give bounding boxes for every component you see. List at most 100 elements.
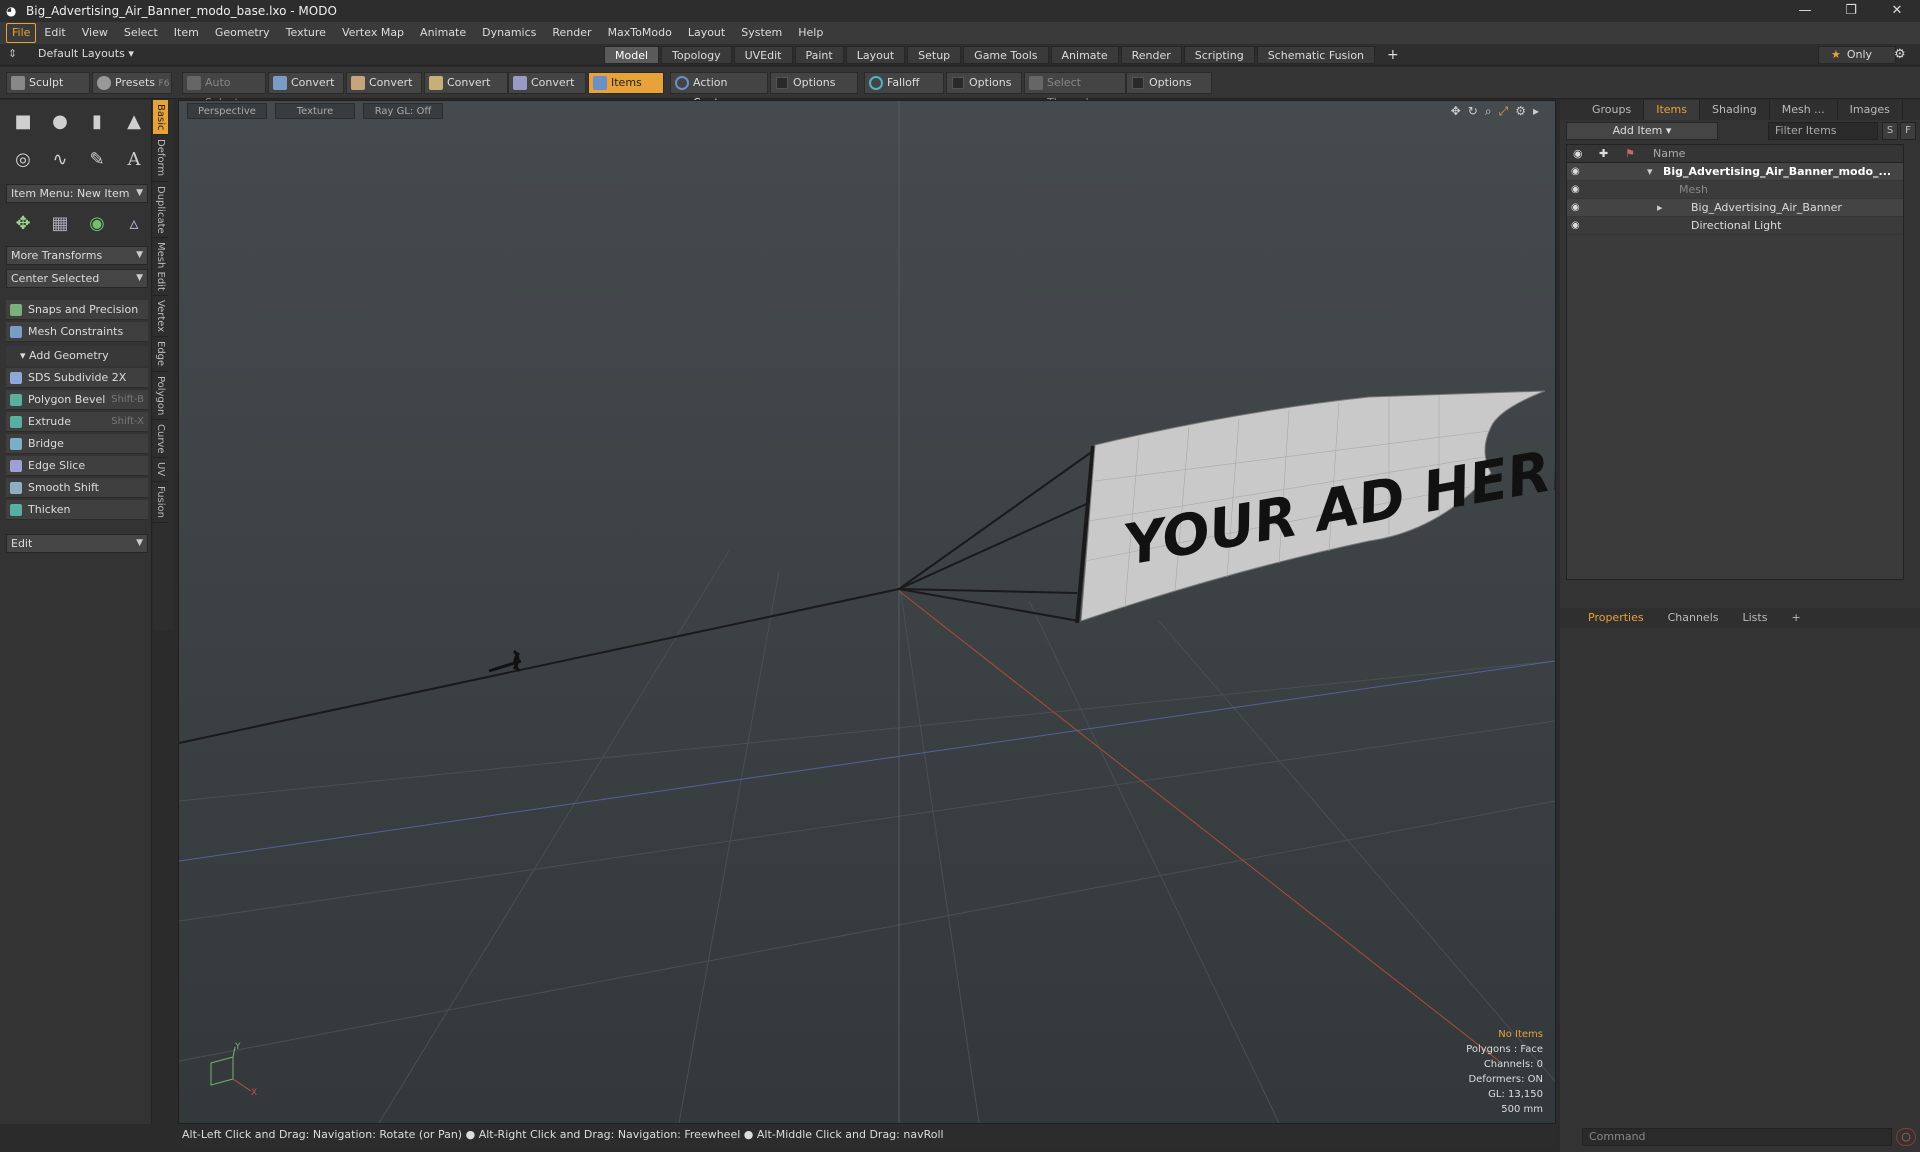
eye-icon[interactable]: ◉	[1571, 199, 1580, 217]
vtab-deform[interactable]: Deform	[153, 135, 168, 182]
sculpt-button[interactable]: Sculpt	[6, 72, 90, 94]
edit-dropdown[interactable]: Edit ▼	[6, 534, 148, 553]
item-row-banner[interactable]: ◉ ▸ Big_Advertising_Air_Banner	[1567, 199, 1903, 217]
cube-icon[interactable]: ■	[6, 106, 40, 136]
menu-animate[interactable]: Animate	[412, 24, 474, 42]
item-row-mesh[interactable]: ◉ Mesh	[1567, 181, 1903, 199]
eye-icon[interactable]: ◉	[1571, 181, 1580, 199]
eye-icon[interactable]: ◉	[1571, 217, 1580, 235]
center-selected-dropdown[interactable]: Center Selected ▼	[6, 269, 148, 288]
options-checkbox-2[interactable]	[952, 77, 964, 89]
tab-mesh[interactable]: Mesh ...	[1770, 100, 1838, 120]
tab-shading[interactable]: Shading	[1700, 100, 1770, 120]
tab-topology[interactable]: Topology	[661, 46, 732, 64]
menu-dynamics[interactable]: Dynamics	[474, 24, 544, 42]
text-icon[interactable]: A	[117, 144, 151, 174]
falloff-button[interactable]: Falloff	[864, 72, 944, 94]
bridge-button[interactable]: Bridge	[6, 434, 148, 454]
polygon-bevel-button[interactable]: Polygon Bevel Shift-B	[6, 390, 148, 410]
convert-vertices-button[interactable]: Convert	[268, 72, 344, 94]
tab-setup[interactable]: Setup	[907, 46, 962, 64]
menu-vertex-map[interactable]: Vertex Map	[334, 24, 412, 42]
item-row-scene[interactable]: ◉ ▾ Big_Advertising_Air_Banner_modo_...	[1567, 163, 1903, 181]
menu-texture[interactable]: Texture	[278, 24, 334, 42]
menu-item[interactable]: Item	[166, 24, 207, 42]
cone-icon[interactable]: ▲	[117, 106, 151, 136]
items-mode-button[interactable]: Items	[588, 72, 664, 94]
sds-subdivide-button[interactable]: SDS Subdivide 2X	[6, 368, 148, 388]
vtab-vertex[interactable]: Vertex	[153, 296, 168, 338]
menu-system[interactable]: System	[733, 24, 790, 42]
tab-schematic-fusion[interactable]: Schematic Fusion	[1256, 46, 1376, 64]
raygl-dropdown[interactable]: Ray GL: Off	[363, 103, 443, 119]
s-toggle[interactable]: S	[1882, 122, 1898, 140]
rotate-icon[interactable]: ↻	[1468, 104, 1478, 119]
tab-render[interactable]: Render	[1120, 46, 1182, 64]
menu-view[interactable]: View	[74, 24, 116, 42]
smooth-shift-button[interactable]: Smooth Shift	[6, 478, 148, 498]
expand-arrow-icon[interactable]: ▾	[1647, 163, 1653, 181]
options-button-2[interactable]: Options	[946, 72, 1022, 94]
auto-select-button[interactable]: Auto Select	[182, 72, 266, 109]
maximize-icon[interactable]: ⤢	[1499, 104, 1509, 119]
tab-lists[interactable]: Lists	[1731, 608, 1780, 628]
convert-polygons-button[interactable]: Convert	[424, 72, 508, 94]
select-through-button[interactable]: Select Through	[1024, 72, 1126, 109]
options-button-3[interactable]: Options	[1126, 72, 1212, 94]
tab-model[interactable]: Model	[604, 46, 660, 64]
menu-layout[interactable]: Layout	[680, 24, 733, 42]
grid-icon[interactable]: ▦	[43, 208, 77, 238]
tab-layout[interactable]: Layout	[845, 46, 906, 64]
view-type-dropdown[interactable]: Perspective	[187, 103, 267, 119]
vtab-polygon[interactable]: Polygon	[153, 372, 168, 420]
layout-arrows-icon[interactable]: ⇕	[8, 47, 17, 60]
pen-icon[interactable]: ✎	[80, 144, 114, 174]
gear-icon[interactable]: ⚙	[1894, 47, 1906, 62]
globe-icon[interactable]: ◉	[80, 208, 114, 238]
edge-slice-button[interactable]: Edge Slice	[6, 456, 148, 476]
zoom-icon[interactable]: ⌕	[1485, 104, 1492, 119]
add-tab-button[interactable]: +	[1377, 46, 1409, 64]
options-checkbox-3[interactable]	[1132, 77, 1144, 89]
vtab-fusion[interactable]: Fusion	[153, 482, 168, 523]
add-tab-button[interactable]: +	[1779, 608, 1812, 628]
mesh-constraints-button[interactable]: Mesh Constraints	[6, 322, 148, 342]
close-button[interactable]: ✕	[1874, 0, 1920, 22]
minimize-button[interactable]: —	[1782, 0, 1828, 22]
sphere-icon[interactable]: ●	[43, 106, 77, 136]
convert-items-button[interactable]: Convert	[508, 72, 586, 94]
menu-render[interactable]: Render	[544, 24, 599, 42]
menu-geometry[interactable]: Geometry	[207, 24, 278, 42]
menu-maxtomodo[interactable]: MaxToModo	[600, 24, 680, 42]
item-row-light[interactable]: ◉ Directional Light	[1567, 217, 1903, 235]
tab-items[interactable]: Items	[1644, 100, 1701, 120]
item-menu-dropdown[interactable]: Item Menu: New Item ▼	[6, 184, 148, 203]
torus-icon[interactable]: ◎	[6, 144, 40, 174]
options-checkbox-1[interactable]	[776, 77, 788, 89]
f-toggle[interactable]: F	[1900, 122, 1916, 140]
menu-select[interactable]: Select	[116, 24, 166, 42]
shading-dropdown[interactable]: Texture	[275, 103, 355, 119]
menu-edit[interactable]: Edit	[36, 24, 73, 42]
vtab-duplicate[interactable]: Duplicate	[153, 182, 168, 239]
maximize-button[interactable]: ❐	[1828, 0, 1874, 22]
tab-channels[interactable]: Channels	[1656, 608, 1731, 628]
tab-properties[interactable]: Properties	[1576, 608, 1656, 628]
tab-images[interactable]: Images	[1838, 100, 1903, 120]
record-icon[interactable]: ○	[1896, 1128, 1916, 1146]
tab-animate[interactable]: Animate	[1050, 46, 1119, 64]
tab-game-tools[interactable]: Game Tools	[963, 46, 1049, 64]
extrude-button[interactable]: Extrude Shift-X	[6, 412, 148, 432]
tab-paint[interactable]: Paint	[794, 46, 844, 64]
tab-uvedit[interactable]: UVEdit	[733, 46, 793, 64]
eye-icon[interactable]: ◉	[1571, 163, 1580, 181]
3d-viewport[interactable]: YOUR AD HERE Y X Perspective Texture Ray…	[178, 100, 1556, 1124]
only-toggle[interactable]: ★ Only	[1818, 46, 1896, 64]
add-geometry-section[interactable]: ▾ Add Geometry	[6, 346, 148, 366]
presets-button[interactable]: Presets F6	[92, 72, 172, 94]
expand-arrow-icon[interactable]: ▸	[1657, 199, 1663, 217]
filter-items-input[interactable]: Filter Items	[1768, 122, 1878, 140]
command-input[interactable]: Command	[1582, 1128, 1892, 1146]
tab-scripting[interactable]: Scripting	[1183, 46, 1255, 64]
menu-file[interactable]: File	[6, 23, 37, 43]
